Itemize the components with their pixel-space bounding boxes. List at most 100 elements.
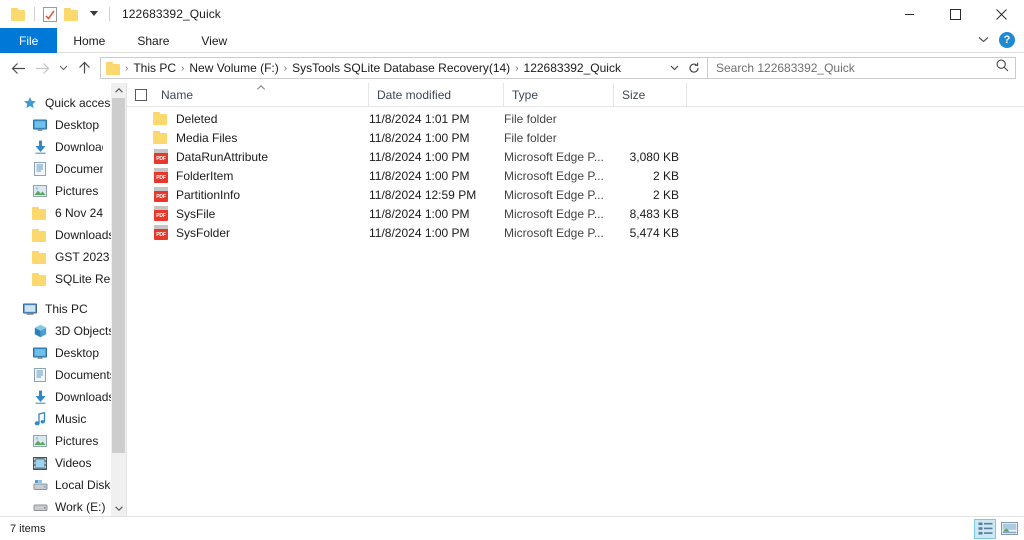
file-name-cell[interactable]: PDF SysFolder — [127, 225, 369, 241]
select-all-checkbox[interactable] — [135, 88, 147, 101]
sidebar-item-label: Desktop — [55, 346, 100, 360]
sidebar-item-label: Downloads — [55, 390, 115, 404]
file-name-label: SysFile — [176, 206, 216, 221]
refresh-icon[interactable] — [685, 58, 703, 78]
expand-ribbon-chevron-icon[interactable] — [978, 35, 989, 46]
music-note-icon — [32, 411, 48, 427]
window-title: 122683392_Quick — [122, 7, 221, 21]
maximize-button[interactable] — [932, 0, 978, 28]
file-type-cell: Microsoft Edge P... — [504, 187, 604, 202]
column-header-label: Type — [512, 87, 539, 102]
close-button[interactable] — [978, 0, 1024, 28]
table-row[interactable]: PDF FolderItem 11/8/2024 1:00 PM Microso… — [127, 166, 1024, 185]
breadcrumb-bar[interactable]: › This PC › New Volume (F:) › SysTools S… — [100, 57, 708, 79]
sidebar-item-3d-objects[interactable]: 3D Objects — [0, 320, 126, 342]
table-row[interactable]: PDF PartitionInfo 11/8/2024 12:59 PM Mic… — [127, 185, 1024, 204]
file-name-cell[interactable]: PDF PartitionInfo — [127, 187, 369, 203]
sidebar-section-quick-access[interactable]: Quick access — [0, 92, 126, 114]
sidebar-section-this-pc[interactable]: This PC — [0, 298, 126, 320]
scrollbar-track[interactable] — [111, 98, 126, 501]
sidebar-item-videos[interactable]: Videos — [0, 452, 126, 474]
table-row[interactable]: PDF SysFolder 11/8/2024 1:00 PM Microsof… — [127, 223, 1024, 242]
table-row[interactable]: PDF SysFile 11/8/2024 1:00 PM Microsoft … — [127, 204, 1024, 223]
tab-file[interactable]: File — [0, 28, 58, 53]
table-row[interactable]: Deleted 11/8/2024 1:01 PM File folder — [127, 109, 1024, 128]
scroll-down-arrow-icon[interactable] — [111, 501, 126, 516]
tab-view[interactable]: View — [185, 28, 243, 53]
sidebar-item-gst-2023-24[interactable]: GST 2023 - 24 — [0, 246, 126, 268]
file-name-label: Deleted — [176, 111, 218, 126]
sidebar-item-desktop-pc[interactable]: Desktop — [0, 342, 126, 364]
table-row[interactable]: Media Files 11/8/2024 1:00 PM File folde… — [127, 128, 1024, 147]
sidebar-item-documents-pc[interactable]: Documents — [0, 364, 126, 386]
pdf-icon: PDF — [153, 187, 169, 203]
tab-home[interactable]: Home — [57, 28, 121, 53]
breadcrumb-item-systools[interactable]: SysTools SQLite Database Recovery(14) — [288, 61, 514, 75]
sidebar-section-label: This PC — [45, 302, 88, 316]
sidebar-item-6-nov-24[interactable]: 6 Nov 24 — [0, 202, 126, 224]
scroll-up-arrow-icon[interactable] — [111, 83, 126, 98]
sidebar-item-work-e[interactable]: Work (E:) — [0, 496, 126, 516]
file-name-cell[interactable]: Media Files — [127, 130, 369, 146]
select-all-column[interactable] — [127, 83, 153, 107]
file-name-cell[interactable]: PDF DataRunAttribute — [127, 149, 369, 165]
minimize-button[interactable] — [886, 0, 932, 28]
search-input[interactable] — [716, 61, 996, 75]
properties-icon[interactable] — [39, 3, 61, 25]
up-button[interactable] — [72, 56, 96, 80]
back-button[interactable] — [6, 56, 30, 80]
folder-icon — [32, 205, 48, 221]
sidebar-item-desktop[interactable]: Desktop — [0, 114, 126, 136]
file-size-cell: 2 KB — [652, 187, 679, 202]
scrollbar-thumb[interactable] — [112, 98, 125, 453]
navigation-pane-scrollbar[interactable] — [111, 83, 126, 516]
monitor-icon — [32, 117, 48, 133]
customize-qat-chevron[interactable] — [83, 3, 105, 25]
search-icon[interactable] — [996, 59, 1009, 77]
table-row[interactable]: PDF DataRunAttribute 11/8/2024 1:00 PM M… — [127, 147, 1024, 166]
sidebar-item-label: Videos — [55, 456, 92, 470]
breadcrumb-item-current[interactable]: 122683392_Quick — [520, 61, 625, 75]
recent-locations-chevron-icon[interactable] — [54, 56, 72, 80]
file-name-cell[interactable]: PDF FolderItem — [127, 168, 369, 184]
column-header-size[interactable]: Size — [614, 82, 687, 107]
sidebar-item-downloads-folder[interactable]: Downloads — [0, 224, 126, 246]
sort-ascending-icon — [256, 83, 265, 92]
video-icon — [32, 455, 48, 471]
sidebar-item-pictures-pc[interactable]: Pictures — [0, 430, 126, 452]
sidebar-item-label: Pictures — [55, 434, 99, 448]
breadcrumb-folder-icon — [106, 61, 122, 75]
forward-button[interactable] — [30, 56, 54, 80]
folder-icon — [32, 249, 48, 265]
download-arrow-icon — [32, 389, 48, 405]
column-header-label: Name — [161, 87, 194, 102]
file-date-cell: 11/8/2024 1:00 PM — [369, 130, 470, 145]
column-header-type[interactable]: Type — [504, 82, 614, 107]
sidebar-item-local-disk-c[interactable]: Local Disk (C:) — [0, 474, 126, 496]
address-dropdown-icon[interactable] — [665, 58, 683, 78]
sidebar-item-sqlite-recovery[interactable]: SQLite Recovery — [0, 268, 126, 290]
file-name-label: SysFolder — [176, 225, 231, 240]
file-name-cell[interactable]: PDF SysFile — [127, 206, 369, 222]
sidebar-item-label: Work (E:) — [55, 500, 106, 514]
properties-folder-icon[interactable] — [8, 3, 30, 25]
breadcrumb-item-new-volume[interactable]: New Volume (F:) — [185, 61, 282, 75]
sidebar-item-pictures[interactable]: Pictures — [0, 180, 126, 202]
column-header-name[interactable]: Name — [153, 82, 369, 107]
sidebar-item-music[interactable]: Music — [0, 408, 126, 430]
explorer-body: Quick access Desktop Downloads — [0, 82, 1024, 516]
search-box[interactable] — [708, 57, 1016, 79]
file-date-cell: 11/8/2024 1:00 PM — [369, 168, 470, 183]
column-header-date-modified[interactable]: Date modified — [369, 82, 504, 107]
sidebar-item-downloads-pc[interactable]: Downloads — [0, 386, 126, 408]
file-name-cell[interactable]: Deleted — [127, 111, 369, 127]
sidebar-item-documents[interactable]: Documents — [0, 158, 126, 180]
tab-share[interactable]: Share — [121, 28, 185, 53]
sidebar-item-downloads[interactable]: Downloads — [0, 136, 126, 158]
details-view-button[interactable] — [974, 518, 996, 539]
new-folder-icon[interactable] — [61, 3, 83, 25]
help-icon[interactable]: ? — [999, 32, 1015, 48]
large-icons-view-button[interactable] — [998, 519, 1020, 539]
file-date-cell: 11/8/2024 1:00 PM — [369, 225, 470, 240]
breadcrumb-item-this-pc[interactable]: This PC — [129, 61, 180, 75]
